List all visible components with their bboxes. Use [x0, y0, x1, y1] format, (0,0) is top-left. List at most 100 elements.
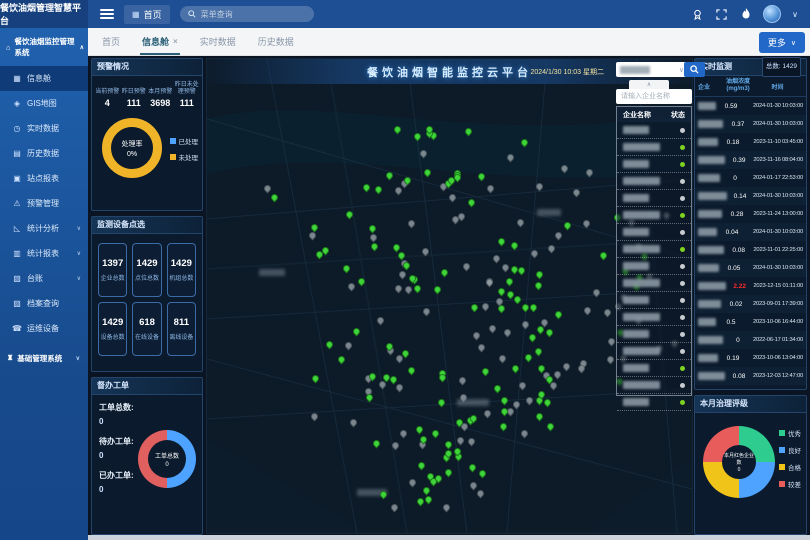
map-pin-offline[interactable] [488, 323, 498, 333]
map-pin-online[interactable] [478, 468, 488, 478]
map-pin-offline[interactable] [524, 396, 534, 406]
sidebar-item-base-system[interactable]: ♜ 基础管理系统 ∨ [0, 345, 88, 371]
table-row[interactable]: 02022-06-17 01:34:00 [695, 331, 806, 349]
map-pin-offline[interactable] [375, 315, 385, 325]
sidebar-item-realtime-data[interactable]: ◷实时数据 [0, 116, 88, 141]
map-pin-online[interactable] [440, 268, 450, 278]
map-pin-online[interactable] [492, 384, 502, 394]
map-pin-offline[interactable] [552, 370, 562, 380]
map-pin-online[interactable] [415, 496, 425, 506]
map-pin-offline[interactable] [442, 503, 452, 513]
map-pin-online[interactable] [520, 138, 530, 148]
map-pin-online[interactable] [413, 131, 423, 141]
table-row[interactable]: 0.052024-01-30 10:03:00 [695, 259, 806, 277]
map-pin-online[interactable] [432, 284, 442, 294]
map-pin-online[interactable] [361, 183, 371, 193]
table-row[interactable]: 0.392023-11-16 08:04:00 [695, 151, 806, 169]
sidebar-item-ledger[interactable]: ▧台账∨ [0, 266, 88, 291]
map-pin-online[interactable] [270, 192, 280, 202]
map-pin-offline[interactable] [519, 428, 529, 438]
user-avatar[interactable] [763, 5, 781, 23]
map-pin-offline[interactable] [467, 436, 477, 446]
map-pin-offline[interactable] [475, 488, 485, 498]
list-item[interactable] [617, 309, 691, 326]
map-pin-offline[interactable] [368, 233, 378, 243]
list-item[interactable] [617, 241, 691, 258]
list-item[interactable] [617, 343, 691, 360]
map-pin-online[interactable] [389, 374, 399, 384]
map-pin-online[interactable] [504, 277, 514, 287]
map-pin-online[interactable] [496, 237, 506, 247]
more-button[interactable]: 更多 ∨ [759, 32, 805, 53]
list-item[interactable] [617, 275, 691, 292]
table-row[interactable]: 0.042024-01-30 10:03:00 [695, 223, 806, 241]
map-pin-online[interactable] [496, 287, 506, 297]
map-pin-offline[interactable] [468, 480, 478, 490]
map-pin-online[interactable] [422, 485, 432, 495]
map-pin-offline[interactable] [408, 477, 418, 487]
map-pin-online[interactable] [423, 168, 433, 178]
table-row[interactable]: 0.592024-01-30 10:03:00 [695, 97, 806, 115]
map-pin-online[interactable] [534, 269, 544, 279]
company-select[interactable]: ∨ [616, 62, 688, 77]
sidebar-item-ops-device[interactable]: ☎运维设备 [0, 316, 88, 341]
tab-实时数据[interactable]: 实时数据 [200, 28, 236, 55]
sidebar-item-stat-report[interactable]: ▥统计报表∨ [0, 241, 88, 266]
map-pin-offline[interactable] [344, 341, 354, 351]
map-pin-online[interactable] [368, 224, 378, 234]
map-pin-online[interactable] [374, 184, 384, 194]
map-pin-online[interactable] [437, 398, 447, 408]
map-pin-online[interactable] [370, 242, 380, 252]
map-pin-online[interactable] [431, 429, 441, 439]
map-pin-offline[interactable] [447, 193, 457, 203]
close-icon[interactable]: × [173, 37, 178, 46]
map-pin-online[interactable] [528, 333, 538, 343]
map-pin-offline[interactable] [561, 361, 571, 371]
sidebar-system-header[interactable]: ⌂ 餐饮油烟监控管理系统 ∧ [0, 28, 88, 66]
device-stat-box[interactable]: 811离线设备 [167, 302, 196, 356]
map-pin-online[interactable] [543, 397, 553, 407]
device-stat-box[interactable]: 1429机组总数 [167, 243, 196, 297]
list-item[interactable] [617, 224, 691, 241]
map-pin-online[interactable] [393, 125, 403, 135]
map-pin-offline[interactable] [472, 331, 482, 341]
sidebar-item-archive-query[interactable]: ▨档案查询 [0, 291, 88, 316]
map-pin-offline[interactable] [572, 187, 582, 197]
map-pin-offline[interactable] [309, 412, 319, 422]
map-pin-offline[interactable] [547, 243, 557, 253]
map-pin-online[interactable] [443, 467, 453, 477]
map-pin-online[interactable] [496, 304, 506, 314]
map-pin-online[interactable] [545, 327, 555, 337]
map-pin-offline[interactable] [503, 328, 513, 338]
map-pin-online[interactable] [511, 364, 521, 374]
map-pin-online[interactable] [546, 422, 556, 432]
map-pin-offline[interactable] [393, 283, 403, 293]
map-pin-online[interactable] [500, 395, 510, 405]
map-pin-offline[interactable] [349, 417, 359, 427]
tab-信息舱[interactable]: 信息舱× [142, 28, 178, 55]
home-chip[interactable]: ▦ 首页 [124, 5, 170, 24]
map-pin-offline[interactable] [262, 183, 272, 193]
map-pin-online[interactable] [345, 209, 355, 219]
map-pin-online[interactable] [463, 127, 473, 137]
list-item[interactable] [617, 292, 691, 309]
map-pin-online[interactable] [498, 421, 508, 431]
map-pin-offline[interactable] [346, 282, 356, 292]
map-pin-offline[interactable] [482, 409, 492, 419]
map-pin-online[interactable] [513, 294, 523, 304]
company-list-collapse[interactable]: ∧ [629, 80, 669, 89]
table-row[interactable]: 2.222023-12-15 01:11:00 [695, 277, 806, 295]
table-row[interactable]: 0.282023-11-24 13:00:00 [695, 205, 806, 223]
company-name-input[interactable] [616, 89, 692, 104]
table-row[interactable]: 02024-01-17 22:53:00 [695, 169, 806, 187]
map-pin-online[interactable] [325, 340, 335, 350]
map-pin-offline[interactable] [477, 343, 487, 353]
sidebar-item-site-report[interactable]: ▣站点报表 [0, 166, 88, 191]
map-pin-offline[interactable] [500, 263, 510, 273]
map-pin-offline[interactable] [591, 287, 601, 297]
tab-历史数据[interactable]: 历史数据 [258, 28, 294, 55]
table-row[interactable]: 0.082023-12-03 12:47:00 [695, 367, 806, 385]
map-pin-online[interactable] [517, 266, 527, 276]
map-pin-online[interactable] [598, 251, 608, 261]
list-item[interactable] [617, 173, 691, 190]
